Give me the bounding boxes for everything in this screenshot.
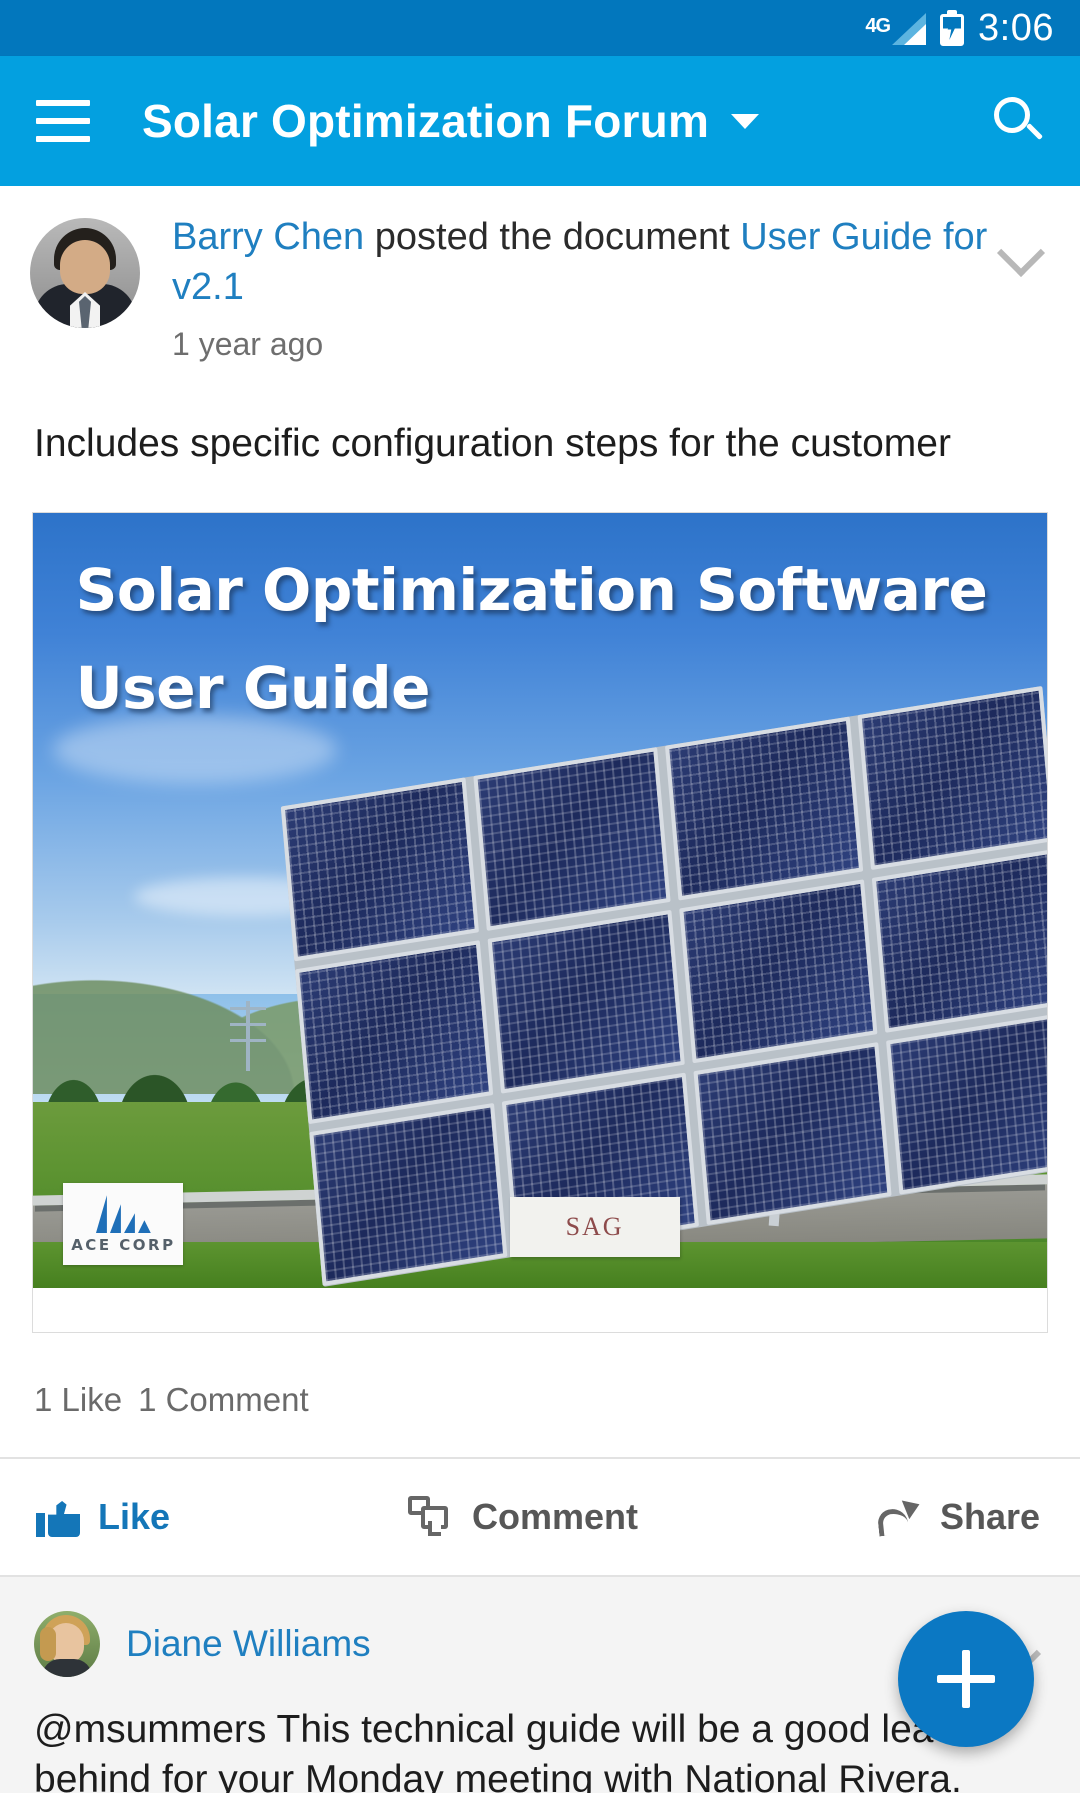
- avatar[interactable]: [30, 218, 140, 328]
- signal-bars-icon: 4G: [865, 11, 927, 45]
- like-count[interactable]: 1 Like: [34, 1381, 122, 1418]
- post-timestamp: 1 year ago: [172, 326, 324, 363]
- logo-bars-icon: [95, 1193, 151, 1234]
- comment-header: Diane Williams: [34, 1611, 1046, 1677]
- logo-text: ACE CORP: [71, 1236, 176, 1255]
- cover-title-line-2: User Guide: [75, 654, 431, 723]
- share-button-label: Share: [939, 1496, 1040, 1537]
- like-button[interactable]: Like: [0, 1496, 170, 1538]
- page-title: Solar Optimization Forum: [142, 95, 710, 147]
- ace-corp-logo: ACE CORP: [63, 1182, 184, 1265]
- speech-bubbles-icon: [407, 1496, 454, 1538]
- post-activity-line: Barry Chen posted the document User Guid…: [172, 212, 988, 312]
- battery-charging-icon: [940, 10, 965, 46]
- caret-down-icon[interactable]: [731, 113, 760, 129]
- app-bar: Solar Optimization Forum: [0, 56, 1080, 186]
- post-author-link[interactable]: Barry Chen: [172, 216, 364, 258]
- clock-label: 3:06: [978, 7, 1054, 49]
- hamburger-menu-icon[interactable]: [36, 100, 90, 142]
- comment-count[interactable]: 1 Comment: [138, 1381, 309, 1418]
- document-preview-card[interactable]: Solar Optimization Software User Guide A…: [32, 512, 1048, 1333]
- sag-sign: SAG: [509, 1197, 680, 1257]
- like-button-label: Like: [98, 1496, 171, 1537]
- post-action-text: posted the document: [364, 216, 741, 258]
- plus-icon: [937, 1650, 995, 1708]
- post-action-bar: Like Comment Share: [0, 1459, 1080, 1577]
- document-card-footer: [33, 1288, 1047, 1332]
- search-icon[interactable]: [992, 95, 1044, 147]
- signal-triangle-icon: [892, 13, 927, 45]
- avatar[interactable]: [34, 1611, 100, 1677]
- post-card: Barry Chen posted the document User Guid…: [0, 186, 1080, 1577]
- network-type-label: 4G: [865, 15, 891, 37]
- status-bar: 4G 3:06: [0, 0, 1080, 56]
- add-button[interactable]: [898, 1611, 1034, 1747]
- sag-sign-text: SAG: [565, 1212, 624, 1241]
- mobile-screen: 4G 3:06 Solar Optimization Forum Barry C…: [0, 0, 1080, 1793]
- document-preview-image: Solar Optimization Software User Guide A…: [33, 513, 1047, 1288]
- post-header-text: Barry Chen posted the document User Guid…: [172, 212, 998, 363]
- thumbs-up-icon: [36, 1497, 80, 1537]
- comment-button[interactable]: Comment: [170, 1496, 876, 1538]
- cover-title-line-1: Solar Optimization Software: [75, 555, 988, 624]
- cloud-shape: [53, 714, 338, 785]
- post-body-text: Includes specific configuration steps fo…: [34, 422, 951, 466]
- comment-button-label: Comment: [471, 1496, 638, 1537]
- feed: Barry Chen posted the document User Guid…: [0, 186, 1080, 1793]
- document-cover-title: Solar Optimization Software User Guide: [75, 555, 1009, 723]
- share-arrow-icon: [876, 1494, 924, 1537]
- comment-text: @msummers This technical guide will be a…: [34, 1708, 988, 1793]
- post-header: Barry Chen posted the document User Guid…: [0, 186, 1080, 363]
- share-button[interactable]: Share: [876, 1494, 1080, 1538]
- engagement-counts: 1 Like 1 Comment: [0, 1333, 1080, 1459]
- chevron-down-icon[interactable]: [998, 230, 1042, 274]
- comment-author-link[interactable]: Diane Williams: [126, 1623, 371, 1665]
